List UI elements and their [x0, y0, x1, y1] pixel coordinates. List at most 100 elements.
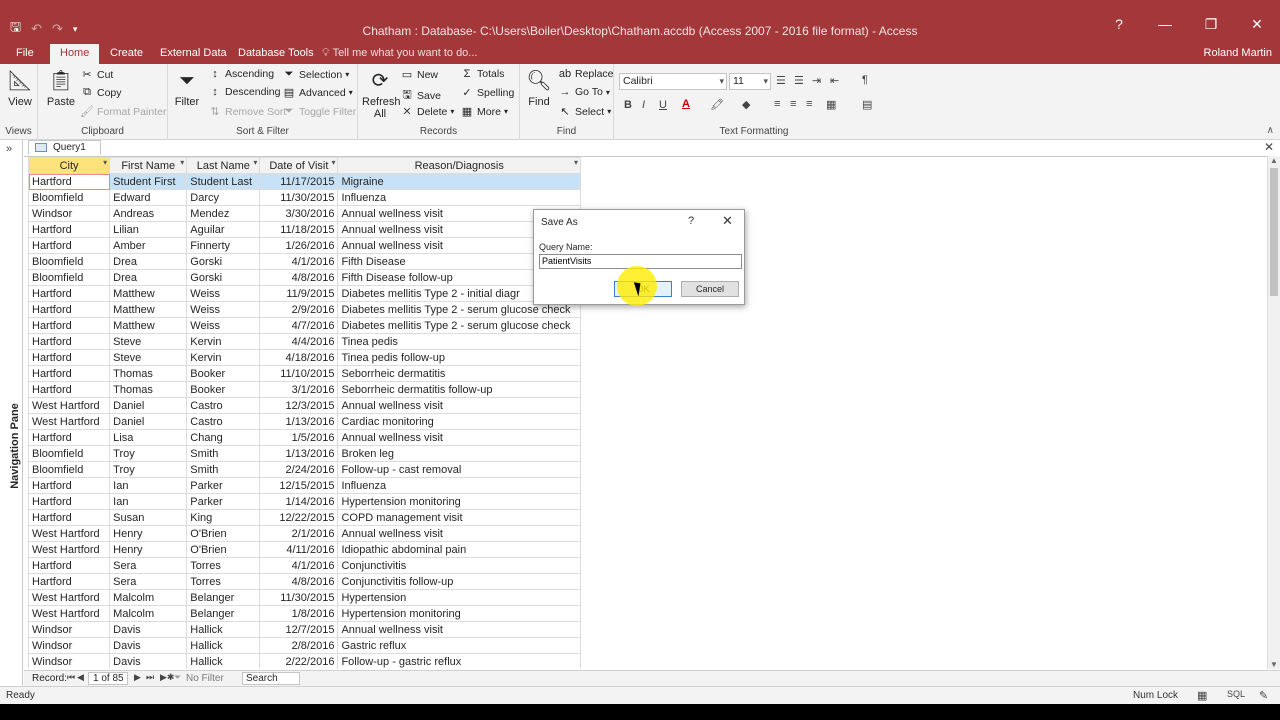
font-color-icon[interactable]: A — [682, 98, 690, 110]
reason-cell[interactable]: Conjunctivitis follow-up — [337, 573, 581, 590]
ascending-button[interactable]: ↕ Ascending — [208, 68, 274, 80]
table-row[interactable]: Windsor Davis Hallick 12/7/2015 Annual welln… — [27, 621, 581, 638]
dropdown-arrow-icon[interactable]: ▾ — [103, 159, 107, 168]
city-cell[interactable]: Hartford — [27, 173, 111, 190]
last-name-cell[interactable]: Kervin — [186, 349, 261, 366]
table-row[interactable]: Hartford Matthew Weiss 2/9/2016 Diabetes mel… — [27, 301, 581, 318]
city-cell[interactable]: Hartford — [27, 381, 111, 398]
date-of-visit-cell[interactable]: 3/30/2016 — [259, 205, 339, 222]
view-button[interactable]: 📐︎ View — [6, 68, 34, 108]
last-name-cell[interactable]: Hallick — [186, 637, 261, 654]
first-name-cell[interactable]: Davis — [109, 653, 188, 669]
gridlines-icon[interactable]: ▦ — [826, 98, 836, 111]
align-left-icon[interactable]: ≡ — [774, 98, 780, 110]
last-name-cell[interactable]: Hallick — [186, 621, 261, 638]
city-cell[interactable]: Hartford — [27, 349, 111, 366]
tab-create[interactable]: Create — [100, 44, 153, 64]
table-row[interactable]: Bloomfield Troy Smith 2/24/2016 Follow-up - … — [27, 461, 581, 478]
no-filter-indicator[interactable]: No Filter — [186, 673, 224, 684]
table-row[interactable]: Hartford Amber Finnerty 1/26/2016 Annual wel… — [27, 237, 581, 254]
table-row[interactable]: Hartford Lilian Aguilar 11/18/2015 Annual we… — [27, 221, 581, 238]
first-name-cell[interactable]: Daniel — [109, 397, 188, 414]
descending-button[interactable]: ↕ Descending — [208, 86, 280, 98]
copy-button[interactable]: ⧉ Copy — [80, 86, 121, 99]
reason-cell[interactable]: Annual wellness visit — [337, 621, 581, 638]
expand-chevron-icon[interactable]: » — [6, 143, 12, 155]
reason-cell[interactable]: Diabetes mellitis Type 2 - serum glucose… — [337, 317, 581, 334]
ribbon-display-icon[interactable]: ? — [1096, 16, 1142, 33]
date-of-visit-cell[interactable]: 12/22/2015 — [259, 509, 339, 526]
city-cell[interactable]: West Hartford — [27, 413, 111, 430]
last-name-cell[interactable]: Finnerty — [186, 237, 261, 254]
bold-button[interactable]: B — [624, 99, 632, 111]
find-button[interactable]: 🔍︎ Find — [524, 68, 554, 108]
first-name-cell[interactable]: Matthew — [109, 317, 188, 334]
last-name-cell[interactable]: Smith — [186, 445, 261, 462]
dropdown-arrow-icon[interactable]: ▾ — [253, 159, 257, 168]
city-cell[interactable]: Bloomfield — [27, 461, 111, 478]
cancel-button[interactable]: Cancel — [681, 281, 739, 297]
city-cell[interactable]: Hartford — [27, 477, 111, 494]
city-cell[interactable]: Hartford — [27, 333, 111, 350]
dialog-close-icon[interactable]: ✕ — [722, 213, 733, 229]
table-row[interactable]: Bloomfield Troy Smith 1/13/2016 Broken leg — [27, 445, 581, 462]
table-row[interactable]: Hartford Thomas Booker 11/10/2015 Seborrheic… — [27, 365, 581, 382]
reason-cell[interactable]: Seborrheic dermatitis — [337, 365, 581, 382]
last-name-cell[interactable]: Belanger — [186, 589, 261, 606]
design-view-icon[interactable]: ✎ — [1259, 689, 1268, 702]
last-name-cell[interactable]: Belanger — [186, 605, 261, 622]
last-name-cell[interactable]: Castro — [186, 397, 261, 414]
reason-cell[interactable]: Seborrheic dermatitis follow-up — [337, 381, 581, 398]
select-button[interactable]: ↖ Select ▾ — [558, 105, 611, 119]
last-name-cell[interactable]: Darcy — [186, 189, 261, 206]
reason-cell[interactable]: Hypertension — [337, 589, 581, 606]
table-row[interactable]: Hartford Ian Parker 1/14/2016 Hypertension m… — [27, 493, 581, 510]
date-of-visit-cell[interactable]: 12/3/2015 — [259, 397, 339, 414]
vertical-scrollbar[interactable]: ▲ ▼ — [1267, 156, 1280, 669]
column-header-city[interactable]: City ▾ — [27, 157, 111, 174]
table-row[interactable]: Hartford Susan King 12/22/2015 COPD manageme… — [27, 509, 581, 526]
font-size-combo[interactable]: 11 — [729, 73, 771, 90]
reason-cell[interactable]: Hypertension monitoring — [337, 493, 581, 510]
city-cell[interactable]: Hartford — [27, 557, 111, 574]
refresh-all-button[interactable]: ⟳ Refresh All — [362, 68, 401, 120]
last-name-cell[interactable]: Student Last — [186, 173, 261, 190]
more-button[interactable]: ▦ More ▾ — [460, 105, 508, 119]
reason-cell[interactable]: Gastric reflux — [337, 637, 581, 654]
reason-cell[interactable]: Influenza — [337, 477, 581, 494]
table-row[interactable]: Hartford Steve Kervin 4/18/2016 Tinea pedis … — [27, 349, 581, 366]
city-cell[interactable]: Hartford — [27, 237, 111, 254]
first-name-cell[interactable]: Davis — [109, 637, 188, 654]
reason-cell[interactable]: COPD management visit — [337, 509, 581, 526]
dropdown-arrow-icon[interactable]: ▾ — [574, 159, 578, 168]
city-cell[interactable]: Windsor — [27, 637, 111, 654]
first-name-cell[interactable]: Ian — [109, 477, 188, 494]
city-cell[interactable]: West Hartford — [27, 605, 111, 622]
date-of-visit-cell[interactable]: 4/11/2016 — [259, 541, 339, 558]
tell-me-box[interactable]: 💡︎ Tell me what you want to do... — [322, 44, 477, 62]
date-of-visit-cell[interactable]: 2/8/2016 — [259, 637, 339, 654]
datasheet-view-icon[interactable]: ▦ — [1197, 689, 1207, 702]
first-record-icon[interactable]: ⏮ — [67, 672, 75, 683]
query1-tab[interactable]: Query1 — [28, 140, 101, 155]
last-name-cell[interactable]: Gorski — [186, 253, 261, 270]
table-row[interactable]: West Hartford Daniel Castro 1/13/2016 Cardia… — [27, 413, 581, 430]
goto-button[interactable]: → Go To ▾ — [558, 86, 610, 98]
reason-cell[interactable]: Hypertension monitoring — [337, 605, 581, 622]
last-name-cell[interactable]: Weiss — [186, 301, 261, 318]
first-name-cell[interactable]: Troy — [109, 461, 188, 478]
dropdown-arrow-icon[interactable]: ▾ — [331, 159, 335, 168]
date-of-visit-cell[interactable]: 11/30/2015 — [259, 589, 339, 606]
city-cell[interactable]: West Hartford — [27, 397, 111, 414]
highlight-color-icon[interactable]: 🖍︎ — [710, 98, 724, 111]
first-name-cell[interactable]: Daniel — [109, 413, 188, 430]
table-row[interactable]: Bloomfield Drea Gorski 4/8/2016 Fifth Diseas… — [27, 269, 581, 286]
city-cell[interactable]: Hartford — [27, 493, 111, 510]
replace-button[interactable]: ab Replace — [558, 68, 614, 80]
restore-button[interactable]: ❐ — [1188, 16, 1234, 33]
column-header-reason[interactable]: Reason/Diagnosis ▾ — [337, 157, 581, 174]
city-cell[interactable]: Bloomfield — [27, 253, 111, 270]
city-cell[interactable]: Hartford — [27, 317, 111, 334]
format-painter-button[interactable]: 🖌︎ Format Painter — [80, 105, 166, 119]
date-of-visit-cell[interactable]: 4/8/2016 — [259, 269, 339, 286]
